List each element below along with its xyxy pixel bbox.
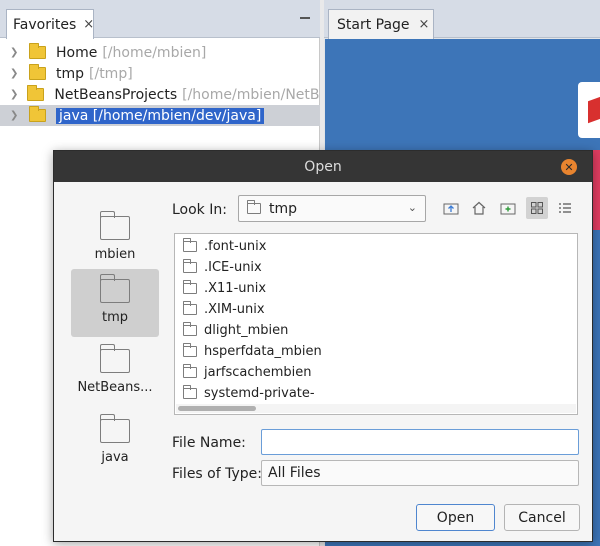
folder-icon: [183, 280, 197, 294]
chevron-right-icon[interactable]: ❯: [10, 89, 18, 100]
list-item[interactable]: .ICE-unix: [183, 257, 262, 278]
place-tmp[interactable]: tmp: [71, 269, 159, 337]
list-item[interactable]: .XIM-unix: [183, 299, 265, 320]
tree-item-path: [/home/mbien]: [102, 44, 207, 61]
home-icon: [472, 201, 486, 215]
tree-item-netbeansprojects[interactable]: ❯ NetBeansProjects [/home/mbien/NetBeans…: [0, 84, 320, 105]
list-item[interactable]: .X11-unix: [183, 278, 266, 299]
minimize-icon[interactable]: [300, 17, 310, 19]
open-dialog: Open ✕ mbien tmp NetBeans... java Look I…: [53, 150, 593, 542]
files-of-type-label: Files of Type:: [172, 466, 262, 482]
chevron-right-icon[interactable]: ❯: [10, 47, 20, 58]
tab-favorites[interactable]: Favorites ×: [6, 9, 94, 39]
folder-icon: [29, 64, 46, 80]
details-view-button[interactable]: [554, 197, 576, 219]
folder-icon: [183, 259, 197, 273]
folder-icon: [247, 200, 261, 214]
open-button[interactable]: Open: [416, 504, 495, 531]
look-in-value: tmp: [269, 200, 298, 217]
tab-start-page-label: Start Page: [337, 16, 410, 33]
list-view-button[interactable]: [526, 197, 548, 219]
close-icon[interactable]: ×: [83, 17, 94, 32]
list-item[interactable]: .font-unix: [183, 236, 266, 257]
file-name-label: File Name:: [172, 435, 246, 451]
place-label: java: [101, 450, 129, 465]
close-icon[interactable]: ✕: [561, 159, 577, 175]
new-folder-icon: [500, 203, 516, 215]
tab-favorites-label: Favorites: [13, 16, 77, 33]
look-in-label: Look In:: [172, 202, 227, 218]
folder-icon: [183, 238, 197, 252]
list-item[interactable]: systemd-private-: [183, 383, 315, 404]
chevron-right-icon[interactable]: ❯: [10, 68, 20, 79]
tree-item-path: [/home/mbien/dev/java]: [92, 107, 262, 124]
folder-icon: [183, 385, 197, 399]
folder-icon: [183, 343, 197, 357]
scrollbar-thumb[interactable]: [178, 406, 256, 411]
up-folder-button[interactable]: [440, 197, 462, 219]
list-item[interactable]: hsperfdata_mbien: [183, 341, 322, 362]
files-of-type-combo[interactable]: All Files: [261, 460, 579, 486]
file-name: systemd-private-: [204, 386, 315, 401]
chevron-down-icon[interactable]: ⌄: [408, 201, 417, 214]
list-item[interactable]: dlight_mbien: [183, 320, 288, 341]
place-label: tmp: [101, 310, 128, 325]
cancel-button[interactable]: Cancel: [504, 504, 580, 531]
home-button[interactable]: [468, 197, 490, 219]
list-item[interactable]: jarfscachembien: [183, 362, 312, 383]
place-java[interactable]: java: [71, 409, 159, 477]
favorites-tab-bar: Favorites ×: [0, 0, 320, 39]
place-label: mbien: [94, 247, 136, 262]
close-icon[interactable]: ×: [419, 17, 430, 32]
file-name: dlight_mbien: [204, 323, 289, 338]
tree-item-path: [/home/mbien/NetBeansProjects]: [182, 86, 320, 103]
folder-icon: [29, 106, 46, 122]
chevron-right-icon[interactable]: ❯: [10, 110, 20, 121]
tree-item-tmp[interactable]: ❯ tmp [/tmp]: [0, 63, 320, 84]
tree-item-home[interactable]: ❯ Home [/home/mbien]: [0, 42, 320, 63]
places-sidebar: mbien tmp NetBeans... java: [54, 182, 174, 542]
place-mbien[interactable]: mbien: [71, 206, 159, 274]
look-in-combo[interactable]: tmp ⌄: [238, 195, 426, 222]
new-folder-button[interactable]: [497, 197, 519, 219]
details-view-icon: [559, 203, 571, 213]
folder-icon: [99, 344, 130, 373]
grid-view-icon: [531, 202, 543, 214]
file-name: .XIM-unix: [204, 302, 265, 317]
file-name: jarfscachembien: [204, 365, 312, 380]
tree-item-name: Home: [56, 44, 98, 61]
dialog-title: Open: [304, 158, 342, 175]
folder-icon: [99, 274, 130, 303]
file-name: .X11-unix: [204, 281, 267, 296]
favorites-tree: ❯ Home [/home/mbien] ❯ tmp [/tmp] ❯ NetB…: [0, 42, 320, 126]
tree-item-name: tmp: [56, 65, 85, 82]
file-list[interactable]: .font-unix .ICE-unix .X11-unix .XIM-unix…: [174, 233, 578, 415]
tree-item-java[interactable]: ❯ java [/home/mbien/dev/java]: [0, 105, 320, 126]
horizontal-scrollbar[interactable]: [176, 404, 576, 413]
file-name: .ICE-unix: [204, 260, 262, 275]
folder-icon: [29, 43, 46, 59]
folder-icon: [99, 414, 130, 443]
folder-icon: [183, 364, 197, 378]
tree-item-name: NetBeansProjects: [54, 86, 178, 103]
file-name: hsperfdata_mbien: [204, 344, 322, 359]
place-label: NetBeans...: [77, 380, 153, 395]
file-name: .font-unix: [204, 239, 267, 254]
up-folder-icon: [443, 203, 459, 215]
tab-start-page[interactable]: Start Page ×: [328, 9, 434, 39]
tree-item-path: [/tmp]: [89, 65, 133, 82]
folder-icon: [183, 322, 197, 336]
folder-icon: [183, 301, 197, 315]
dialog-title-bar[interactable]: Open ✕: [54, 151, 592, 182]
place-netbeans[interactable]: NetBeans...: [71, 339, 159, 407]
folder-icon: [99, 211, 130, 240]
tree-item-selected-label: java [/home/mbien/dev/java]: [56, 107, 265, 124]
tree-item-name: java: [59, 107, 89, 124]
folder-icon: [27, 85, 45, 101]
file-name-input[interactable]: [261, 429, 579, 455]
files-of-type-value: All Files: [268, 465, 321, 481]
